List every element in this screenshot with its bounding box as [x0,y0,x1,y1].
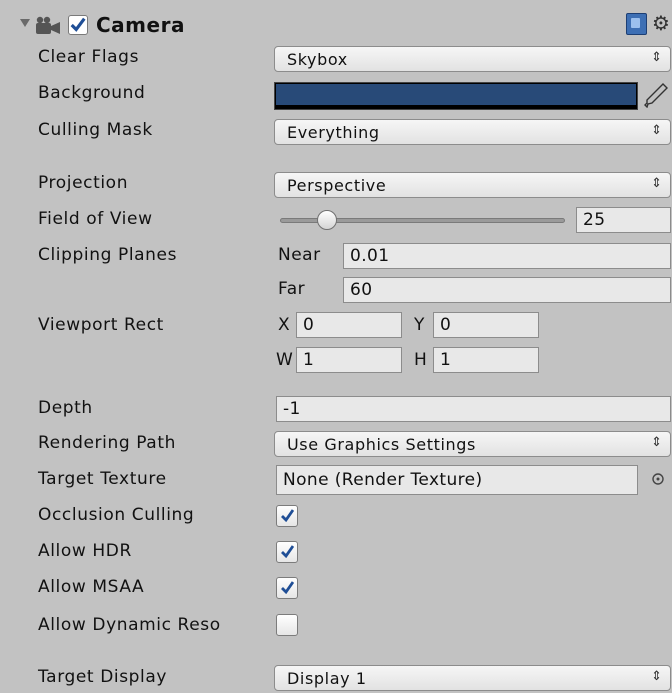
viewport-h-value: 1 [440,350,452,370]
far-field[interactable]: 60 [343,277,671,303]
near-label: Near [278,245,321,265]
viewport-rect-label: Viewport Rect [38,315,164,335]
component-enabled-checkbox[interactable] [68,15,88,35]
dropdown-arrow-icon: ⇕ [651,123,662,138]
near-value: 0.01 [350,246,390,266]
viewport-w-value: 1 [303,350,315,370]
viewport-y-field[interactable]: 0 [433,312,539,338]
dropdown-arrow-icon: ⇕ [651,176,662,191]
target-display-value: Display 1 [287,669,367,688]
checkmark-icon [70,17,86,32]
allow-msaa-label: Allow MSAA [38,577,145,597]
component-title: Camera [96,13,185,37]
checkmark-icon [281,545,294,558]
background-label: Background [38,83,146,103]
target-display-label: Target Display [38,667,168,687]
allow-dynamic-resolution-label: Allow Dynamic Reso [38,615,221,635]
allow-hdr-label: Allow HDR [38,541,132,561]
object-picker-icon[interactable] [651,472,665,486]
clear-flags-label: Clear Flags [38,47,140,67]
help-book-icon[interactable] [626,13,647,35]
depth-field[interactable]: -1 [276,396,671,422]
fov-value-field[interactable]: 25 [576,207,671,233]
culling-mask-value: Everything [287,123,380,142]
eyedropper-icon[interactable] [644,82,668,108]
far-value: 60 [350,280,373,300]
depth-value: -1 [283,399,301,419]
checkmark-icon [281,581,294,594]
gear-icon[interactable]: ⚙ [652,12,670,34]
target-texture-label: Target Texture [38,469,167,489]
clear-flags-dropdown[interactable]: Skybox ⇕ [274,46,671,72]
depth-label: Depth [38,398,93,418]
camera-inspector: Camera ⚙ Clear Flags Skybox ⇕ Background… [0,0,672,693]
checkmark-icon [281,509,294,522]
background-color-swatch [276,84,636,105]
target-texture-field[interactable]: None (Render Texture) [276,465,638,495]
viewport-h-field[interactable]: 1 [433,347,539,373]
rendering-path-label: Rendering Path [38,433,176,453]
rendering-path-dropdown[interactable]: Use Graphics Settings ⇕ [274,431,671,457]
dropdown-arrow-icon: ⇕ [651,669,662,684]
viewport-x-field[interactable]: 0 [296,312,402,338]
target-texture-value: None (Render Texture) [283,470,483,490]
occlusion-culling-checkbox[interactable] [276,505,298,527]
viewport-w-field[interactable]: 1 [296,347,402,373]
viewport-y-label: Y [414,315,425,335]
camera-icon [36,16,60,34]
viewport-y-value: 0 [440,315,452,335]
viewport-x-label: X [278,315,291,335]
culling-mask-label: Culling Mask [38,120,153,140]
dropdown-arrow-icon: ⇕ [651,435,662,450]
viewport-h-label: H [414,350,428,370]
culling-mask-dropdown[interactable]: Everything ⇕ [274,119,671,145]
component-header[interactable]: Camera ⚙ [0,10,672,38]
fov-slider-thumb[interactable] [317,210,338,230]
allow-hdr-checkbox[interactable] [276,541,298,563]
viewport-w-label: W [276,350,294,370]
rendering-path-value: Use Graphics Settings [287,435,476,454]
projection-value: Perspective [287,176,387,195]
allow-msaa-checkbox[interactable] [276,577,298,599]
foldout-arrow-icon[interactable] [20,19,30,27]
projection-label: Projection [38,173,129,193]
occlusion-culling-label: Occlusion Culling [38,505,195,525]
fov-value: 25 [583,210,606,230]
clipping-planes-label: Clipping Planes [38,245,178,265]
near-field[interactable]: 0.01 [343,243,671,269]
dropdown-arrow-icon: ⇕ [651,50,662,65]
viewport-x-value: 0 [303,315,315,335]
projection-dropdown[interactable]: Perspective ⇕ [274,172,671,198]
clear-flags-value: Skybox [287,50,348,69]
target-display-dropdown[interactable]: Display 1 ⇕ [274,665,671,691]
background-color-field[interactable] [274,82,638,110]
fov-label: Field of View [38,209,153,229]
far-label: Far [278,279,306,299]
allow-dynamic-resolution-checkbox[interactable] [276,614,298,636]
